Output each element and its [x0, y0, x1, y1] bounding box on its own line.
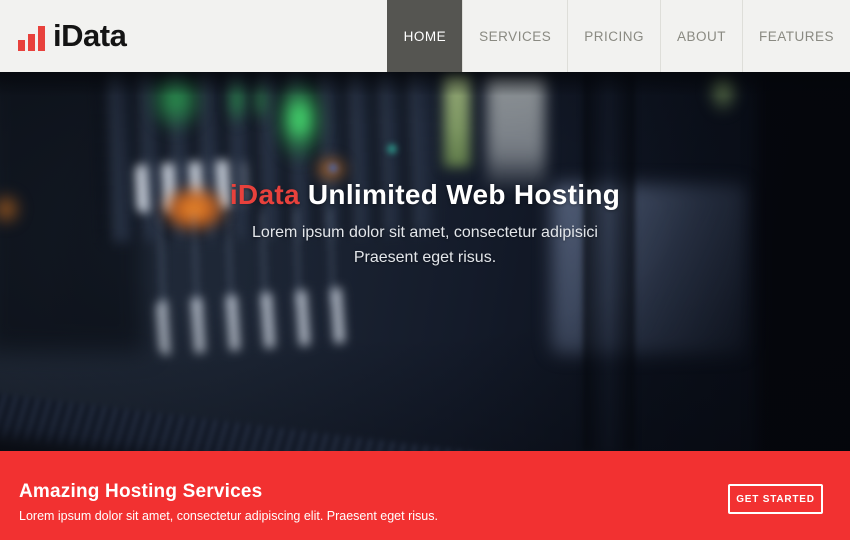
cta-description: Lorem ipsum dolor sit amet, consectetur … [19, 509, 438, 523]
nav-item-pricing[interactable]: PRICING [567, 0, 660, 72]
main-nav: HOME SERVICES PRICING ABOUT FEATURES [387, 0, 850, 72]
get-started-button[interactable]: GET STARTED [728, 484, 823, 514]
header: iData HOME SERVICES PRICING ABOUT FEATUR… [0, 0, 850, 72]
hero-headline-rest: Unlimited Web Hosting [308, 179, 620, 210]
nav-item-home[interactable]: HOME [387, 0, 463, 72]
brand-name: iData [53, 18, 126, 54]
hero-headline-accent: iData [230, 179, 300, 210]
hero-subtitle-line1: Lorem ipsum dolor sit amet, consectetur … [0, 220, 850, 245]
hero-headline: iData Unlimited Web Hosting [0, 179, 850, 211]
hero-content: iData Unlimited Web Hosting Lorem ipsum … [0, 72, 850, 270]
cta-banner: Amazing Hosting Services Lorem ipsum dol… [0, 451, 850, 540]
hero-subtitle: Lorem ipsum dolor sit amet, consectetur … [0, 220, 850, 270]
brand-logo[interactable]: iData [0, 0, 126, 72]
nav-item-about[interactable]: ABOUT [660, 0, 742, 72]
bar-chart-icon [18, 26, 45, 51]
page: iData HOME SERVICES PRICING ABOUT FEATUR… [0, 0, 850, 540]
hero-section: iData Unlimited Web Hosting Lorem ipsum … [0, 72, 850, 451]
cta-title: Amazing Hosting Services [19, 481, 262, 503]
hero-subtitle-line2: Praesent eget risus. [0, 245, 850, 270]
nav-item-features[interactable]: FEATURES [742, 0, 850, 72]
nav-item-services[interactable]: SERVICES [462, 0, 567, 72]
